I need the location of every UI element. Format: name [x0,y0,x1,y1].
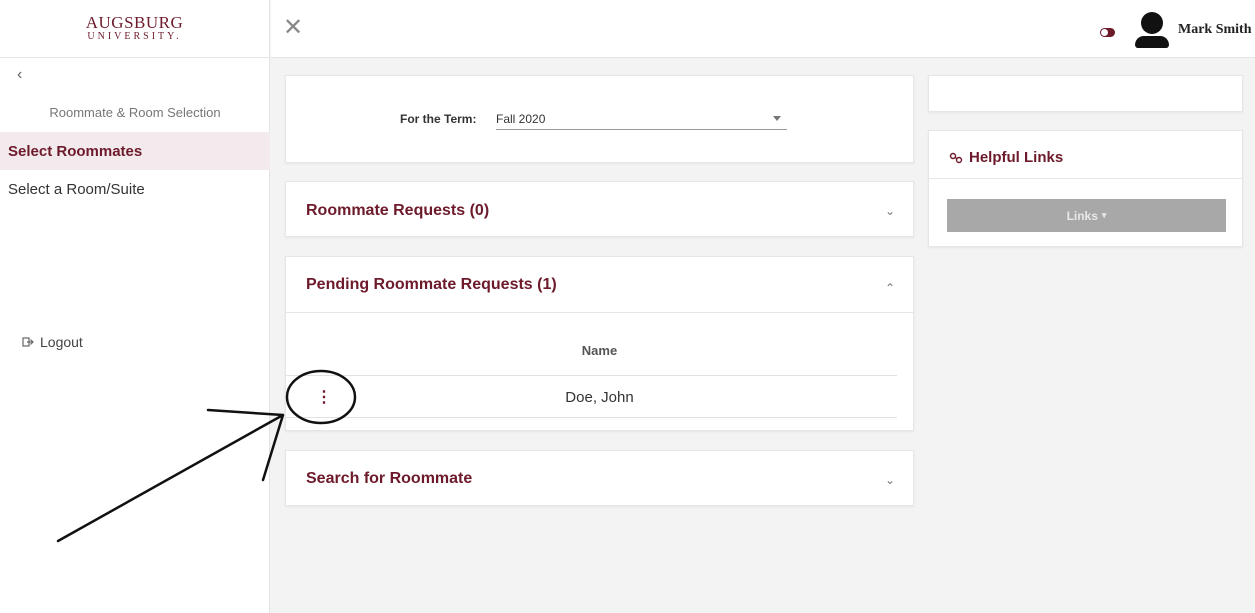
user-name[interactable]: Mark Smith [1178,22,1252,38]
search-roommate-title: Search for Roommate [306,470,473,487]
sidebar-item-label: Select a Room/Suite [8,180,145,198]
helpful-links-title: Helpful Links [949,149,1063,166]
helpful-links-card: Helpful Links Links ▾ [928,130,1243,247]
logo-main-text: AUGSBURG [85,13,184,32]
page: AUGSBURG UNIVERSITY. ‹ Roommate & Room S… [0,0,1255,613]
term-select-value: Fall 2020 [496,112,546,126]
sidebar-item-select-room[interactable]: Select a Room/Suite [0,170,270,208]
links-dropdown-button[interactable]: Links ▾ [947,199,1226,232]
caret-down-icon [773,116,781,121]
logo-sub-text: UNIVERSITY. [87,31,182,42]
top-bar: ✕ Mark Smith [271,0,1255,58]
term-card: For the Term: Fall 2020 [285,75,914,163]
user-avatar-icon[interactable] [1135,12,1169,48]
logout-icon [22,337,34,347]
name-column-header: Name [581,343,618,358]
sidebar-section-title: Roommate & Room Selection [49,105,221,120]
pending-requests-title: Pending Roommate Requests (1) [306,276,557,293]
row-divider [286,417,897,418]
chevron-down-icon[interactable]: ⌄ [882,473,898,489]
pending-requests-panel: Pending Roommate Requests (1) ⌃ Name ⋮ D… [285,256,914,431]
caret-down-icon: ▾ [1101,210,1107,220]
close-icon[interactable]: ✕ [283,16,303,40]
helpful-links-label: Helpful Links [969,149,1064,166]
empty-card [928,75,1243,112]
sidebar-item-select-roommates[interactable]: Select Roommates [0,132,270,170]
table-cell-name: Doe, John [565,389,634,406]
chevron-down-icon[interactable]: ⌄ [882,204,898,220]
chevron-up-icon[interactable]: ⌃ [882,281,898,297]
logout-link[interactable]: Logout [22,334,83,350]
row-divider [286,375,897,376]
sidebar: AUGSBURG UNIVERSITY. ‹ Roommate & Room S… [0,0,270,613]
roommate-requests-panel[interactable]: Roommate Requests (0) ⌄ [285,181,914,237]
search-roommate-panel[interactable]: Search for Roommate ⌄ [285,450,914,506]
link-icon [949,152,963,163]
links-button-label: Links [1066,208,1098,223]
term-select[interactable]: Fall 2020 [496,106,787,130]
card-divider [929,178,1242,179]
logo[interactable]: AUGSBURG UNIVERSITY. [0,0,269,58]
roommate-requests-title: Roommate Requests (0) [306,202,490,219]
logout-label: Logout [40,334,83,350]
panel-divider [286,312,913,313]
sidebar-item-label: Select Roommates [8,142,143,160]
term-label: For the Term: [400,112,477,126]
chevron-left-icon[interactable]: ‹ [17,66,22,84]
theme-toggle[interactable] [1100,28,1115,37]
